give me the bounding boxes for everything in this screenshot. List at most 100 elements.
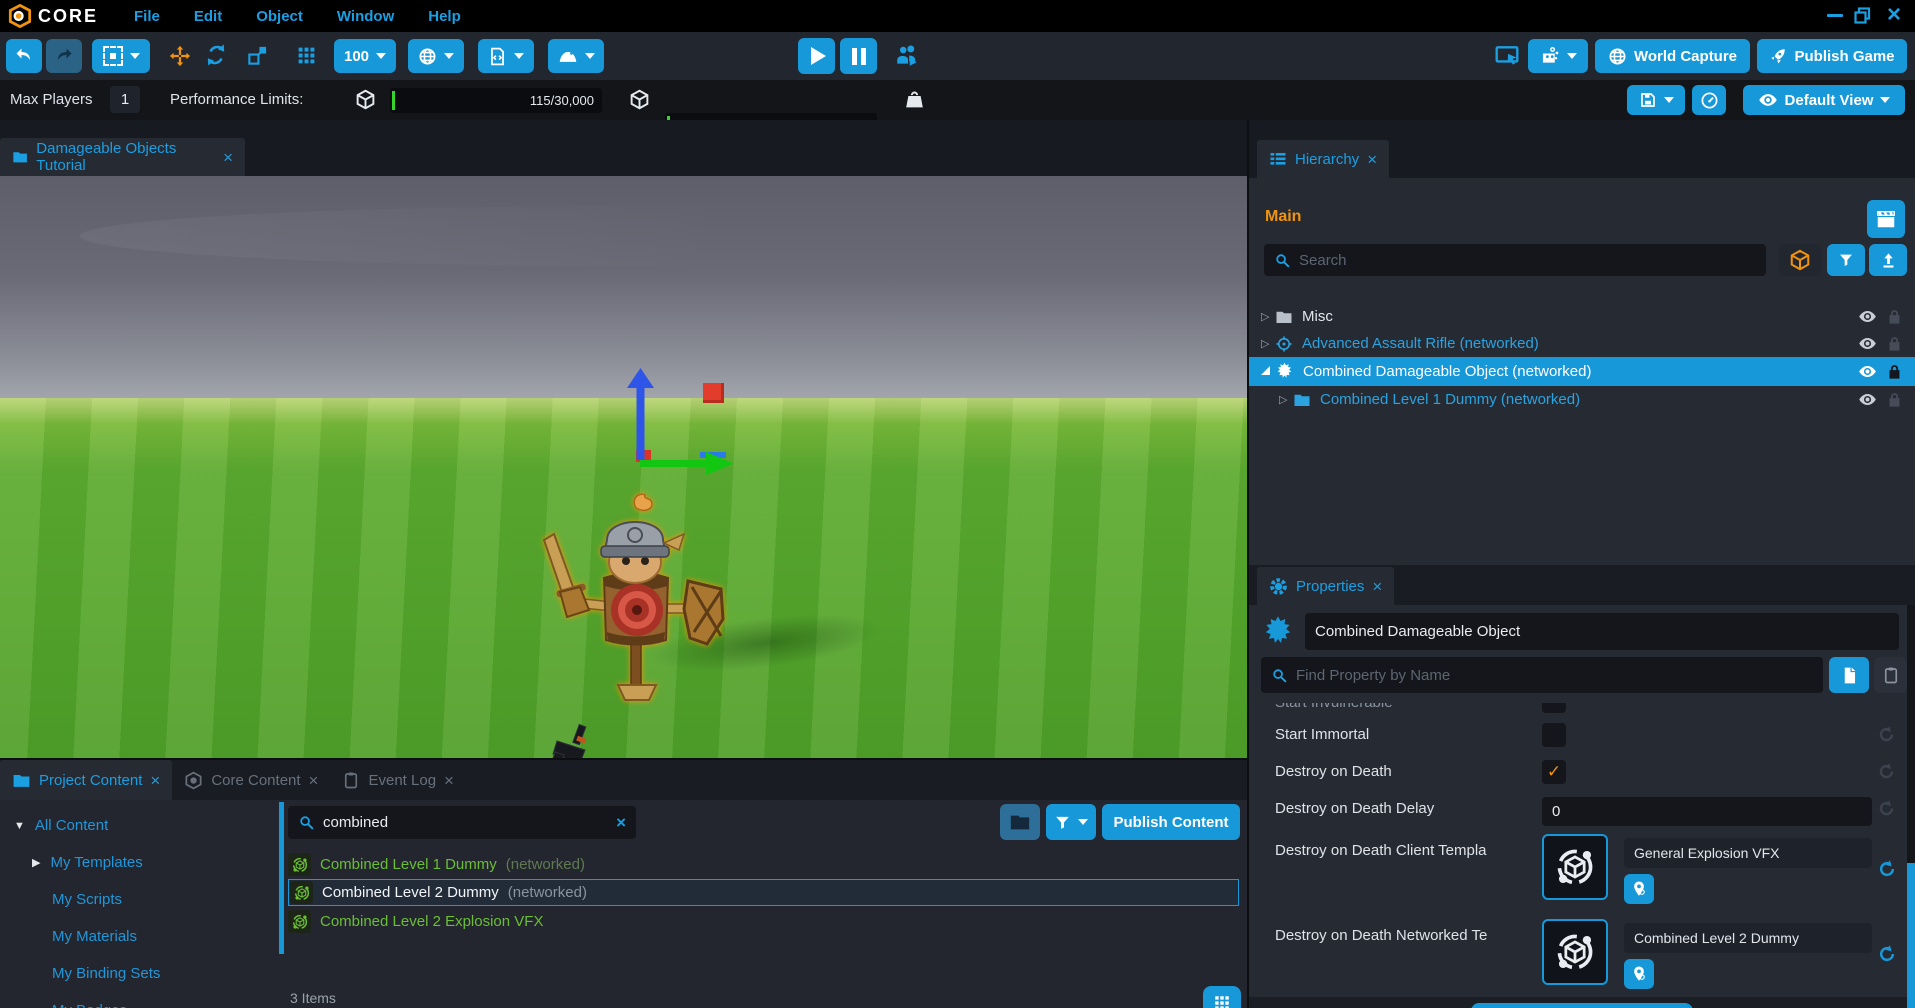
screen-share-button[interactable] (1494, 43, 1520, 69)
visibility-eye-icon[interactable] (1858, 334, 1877, 353)
close-icon[interactable]: × (444, 772, 454, 789)
close-icon[interactable]: × (1372, 578, 1382, 595)
panel-splitter[interactable] (279, 802, 284, 954)
assault-rifle-object[interactable] (546, 724, 598, 758)
select-tool-dropdown[interactable] (92, 39, 150, 73)
menu-file[interactable]: File (134, 8, 160, 25)
expand-arrow-icon[interactable]: ▷ (1261, 337, 1275, 350)
tab-event-log[interactable]: Event Log × (330, 760, 466, 800)
hierarchy-row-level1-dummy[interactable]: ▷ Combined Level 1 Dummy (networked) (1249, 386, 1915, 413)
script-dropdown[interactable] (478, 39, 534, 73)
expand-arrow-icon[interactable]: ▷ (1261, 310, 1275, 323)
object-name-input[interactable]: Combined Damageable Object (1305, 613, 1899, 650)
networked-template-asset-name[interactable]: Combined Level 2 Dummy (1624, 923, 1872, 953)
content-search-input[interactable]: combined × (288, 806, 636, 839)
grid-snap-button[interactable] (296, 45, 317, 66)
minimize-icon[interactable] (1827, 14, 1843, 17)
expand-arrow-icon[interactable]: ▷ (1279, 393, 1293, 406)
hierarchy-row-rifle[interactable]: ▷ Advanced Assault Rifle (networked) (1249, 330, 1915, 357)
pause-button[interactable] (840, 38, 877, 74)
locate-asset-button[interactable] (1624, 959, 1654, 989)
reset-icon[interactable] (1877, 762, 1896, 781)
restore-icon[interactable] (1854, 7, 1871, 24)
grid-view-button[interactable] (1203, 986, 1241, 1008)
reset-icon[interactable] (1877, 859, 1897, 879)
browse-folder-button[interactable] (1000, 804, 1040, 840)
menu-window[interactable]: Window (337, 8, 394, 25)
find-property-input[interactable]: Find Property by Name (1261, 657, 1823, 693)
lock-icon[interactable] (1886, 335, 1903, 352)
tree-item-my-materials[interactable]: My Materials (52, 928, 137, 945)
world-capture-button[interactable]: World Capture (1595, 39, 1750, 73)
menu-object[interactable]: Object (256, 8, 303, 25)
hierarchy-search-input[interactable]: Search (1264, 244, 1766, 276)
tab-scene[interactable]: Damageable Objects Tutorial × (0, 138, 245, 176)
close-icon[interactable]: × (1367, 151, 1377, 168)
scale-tool-button[interactable] (246, 44, 269, 67)
move-tool-button[interactable] (162, 39, 198, 73)
max-players-input[interactable]: 1 (110, 86, 140, 113)
collapse-arrow-icon[interactable] (1261, 366, 1275, 378)
client-template-asset-name[interactable]: General Explosion VFX (1624, 838, 1872, 868)
tree-item-all-content[interactable]: ▼ All Content (0, 817, 108, 834)
clear-search-icon[interactable]: × (616, 813, 626, 833)
cinematic-capture-button[interactable] (1867, 200, 1905, 238)
content-item[interactable]: Combined Level 2 Explosion VFX (288, 908, 1240, 935)
content-filter-dropdown[interactable] (1046, 804, 1096, 840)
hierarchy-row-selected[interactable]: Combined Damageable Object (networked) (1249, 357, 1915, 386)
client-template-asset-slot[interactable] (1542, 834, 1608, 900)
terrain-dropdown[interactable] (548, 39, 604, 73)
hierarchy-row-misc[interactable]: ▷ Misc (1249, 303, 1915, 330)
visibility-eye-icon[interactable] (1858, 390, 1877, 409)
close-icon[interactable]: × (309, 772, 319, 789)
locate-asset-button[interactable] (1624, 874, 1654, 904)
lock-icon[interactable] (1886, 391, 1903, 408)
reset-icon[interactable] (1877, 799, 1896, 818)
reset-icon[interactable] (1877, 944, 1897, 964)
content-item[interactable]: Combined Level 1 Dummy (networked) (288, 851, 1240, 878)
assistant-dropdown[interactable] (1528, 39, 1588, 73)
tab-properties[interactable]: Properties × (1257, 567, 1394, 605)
destroy-on-death-checkbox[interactable]: ✓ (1542, 760, 1566, 784)
multiplayer-preview-button[interactable] (894, 43, 920, 69)
performance-gauge-button[interactable] (1692, 85, 1726, 115)
export-button[interactable] (1869, 244, 1907, 276)
viewport-3d-scene[interactable] (0, 176, 1247, 758)
visibility-eye-icon[interactable] (1858, 362, 1877, 381)
default-view-dropdown[interactable]: Default View (1743, 85, 1905, 115)
tree-item-my-templates[interactable]: ▶ My Templates (0, 854, 143, 871)
tree-item-my-scripts[interactable]: My Scripts (52, 891, 122, 908)
tree-item-my-binding-sets[interactable]: My Binding Sets (52, 965, 160, 982)
tab-project-content[interactable]: Project Content × (0, 760, 172, 800)
close-icon[interactable]: × (1887, 1, 1901, 29)
content-item-selected[interactable]: Combined Level 2 Dummy (networked) (288, 879, 1239, 906)
close-icon[interactable]: × (150, 772, 160, 789)
reset-icon[interactable] (1877, 725, 1896, 744)
close-icon[interactable]: × (223, 149, 233, 166)
move-gizmo[interactable] (598, 368, 778, 480)
destroy-delay-input[interactable]: 0 (1542, 797, 1872, 826)
menu-edit[interactable]: Edit (194, 8, 222, 25)
publish-content-button[interactable]: Publish Content (1102, 804, 1240, 840)
copy-properties-button[interactable] (1829, 657, 1869, 693)
properties-scrollbar-thumb[interactable] (1907, 863, 1915, 1008)
tab-core-content[interactable]: Core Content × (172, 760, 330, 800)
undo-button[interactable] (6, 39, 42, 73)
hierarchy-filter-button[interactable] (1827, 244, 1865, 276)
paste-properties-button[interactable] (1874, 657, 1907, 693)
expand-arrow-icon[interactable]: ▼ (14, 820, 25, 832)
lock-icon[interactable] (1886, 363, 1903, 380)
tab-hierarchy[interactable]: Hierarchy × (1257, 140, 1389, 178)
redo-button[interactable] (46, 39, 82, 73)
start-immortal-checkbox[interactable] (1542, 723, 1566, 747)
networked-template-asset-slot[interactable] (1542, 919, 1608, 985)
save-dropdown[interactable] (1627, 85, 1685, 115)
tree-item-my-badges[interactable]: My Badges (52, 1002, 127, 1008)
play-button[interactable] (798, 38, 835, 74)
properties-scrollbar-track[interactable] (1907, 605, 1915, 1008)
add-custom-property-button[interactable]: + Add Custom Property (1471, 1003, 1693, 1008)
lock-icon[interactable] (1886, 308, 1903, 325)
expand-arrow-icon[interactable]: ▶ (32, 856, 40, 869)
asset-cube-button[interactable] (1779, 244, 1821, 276)
grid-size-dropdown[interactable]: 100 (334, 39, 396, 73)
